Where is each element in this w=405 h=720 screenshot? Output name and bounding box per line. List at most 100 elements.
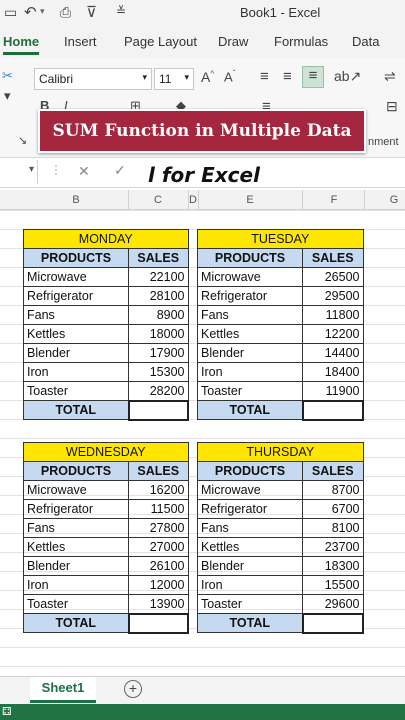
product-cell[interactable]: Kettles	[197, 324, 303, 344]
cancel-icon[interactable]: ✕	[78, 163, 90, 180]
customize-toolbar-icon[interactable]: ≚	[116, 4, 126, 18]
decrease-font-icon[interactable]: Aˇ	[224, 69, 235, 84]
column-header-b[interactable]: B	[66, 194, 86, 206]
product-cell[interactable]: Fans	[23, 518, 129, 538]
total-label[interactable]: TOTAL	[23, 613, 129, 633]
product-cell[interactable]: Toaster	[197, 594, 303, 614]
product-cell[interactable]: Refrigerator	[23, 286, 129, 306]
product-cell[interactable]: Iron	[23, 575, 129, 595]
product-cell[interactable]: Refrigerator	[197, 286, 303, 306]
product-cell[interactable]: Iron	[197, 362, 303, 382]
column-label-sales[interactable]: SALES	[128, 248, 189, 268]
sales-cell[interactable]: 12200	[302, 324, 364, 344]
column-label-products[interactable]: PRODUCTS	[23, 461, 129, 481]
undo-dropdown-icon[interactable]: ▾	[40, 6, 45, 17]
product-cell[interactable]: Blender	[23, 556, 129, 576]
sales-cell[interactable]: 18400	[302, 362, 364, 382]
column-label-sales[interactable]: SALES	[302, 461, 364, 481]
sales-cell[interactable]: 28100	[128, 286, 189, 306]
column-header-d[interactable]: D	[183, 194, 203, 206]
product-cell[interactable]: Fans	[23, 305, 129, 325]
sales-cell[interactable]: 27800	[128, 518, 189, 538]
column-header-g[interactable]: G	[384, 194, 404, 206]
increase-font-icon[interactable]: A^	[201, 69, 214, 85]
sales-cell[interactable]: 11500	[128, 499, 189, 519]
sales-cell[interactable]: 23700	[302, 537, 364, 557]
print-preview-icon[interactable]: ⎙	[60, 4, 71, 21]
align-middle-icon[interactable]: ≡	[283, 68, 292, 85]
sales-cell[interactable]: 13900	[128, 594, 189, 614]
sales-cell[interactable]: 28200	[128, 381, 189, 401]
save-icon[interactable]: ▭	[4, 4, 17, 21]
paste-dropdown-icon[interactable]: ▾	[4, 88, 11, 104]
product-cell[interactable]: Fans	[197, 305, 303, 325]
align-top-icon[interactable]: ≡	[260, 68, 269, 85]
column-label-products[interactable]: PRODUCTS	[197, 248, 303, 268]
sales-cell[interactable]: 15300	[128, 362, 189, 382]
sales-cell[interactable]: 18300	[302, 556, 364, 576]
column-label-products[interactable]: PRODUCTS	[197, 461, 303, 481]
total-cell[interactable]	[301, 612, 364, 634]
total-label[interactable]: TOTAL	[197, 400, 303, 420]
day-header[interactable]: WEDNESDAY	[23, 442, 189, 462]
column-header-e[interactable]: E	[240, 194, 260, 206]
product-cell[interactable]: Blender	[197, 343, 303, 363]
product-cell[interactable]: Refrigerator	[197, 499, 303, 519]
product-cell[interactable]: Kettles	[23, 324, 129, 344]
undo-icon[interactable]: ↶	[24, 3, 37, 21]
add-sheet-icon[interactable]: +	[124, 680, 142, 698]
tab-home[interactable]: Home	[3, 34, 39, 49]
product-cell[interactable]: Refrigerator	[23, 499, 129, 519]
name-box[interactable]: ▾	[0, 160, 38, 184]
day-header[interactable]: TUESDAY	[197, 229, 364, 249]
day-header[interactable]: MONDAY	[23, 229, 189, 249]
clipboard-launcher-icon[interactable]: ↘	[18, 134, 27, 147]
merge-icon[interactable]: ⊟	[386, 98, 398, 115]
product-cell[interactable]: Microwave	[197, 267, 303, 287]
sales-cell[interactable]: 6700	[302, 499, 364, 519]
sales-cell[interactable]: 26500	[302, 267, 364, 287]
tab-page-layout[interactable]: Page Layout	[124, 34, 197, 49]
column-header-f[interactable]: F	[324, 194, 344, 206]
sales-cell[interactable]: 16200	[128, 480, 189, 500]
total-label[interactable]: TOTAL	[197, 613, 303, 633]
tab-insert[interactable]: Insert	[64, 34, 97, 49]
product-cell[interactable]: Microwave	[23, 480, 129, 500]
orientation-icon[interactable]: ab↗	[334, 68, 361, 85]
column-label-products[interactable]: PRODUCTS	[23, 248, 129, 268]
sales-cell[interactable]: 8100	[302, 518, 364, 538]
sheet-tab-sheet1[interactable]: Sheet1	[30, 677, 96, 703]
sales-cell[interactable]: 22100	[128, 267, 189, 287]
total-label[interactable]: TOTAL	[23, 400, 129, 420]
product-cell[interactable]: Toaster	[197, 381, 303, 401]
sales-cell[interactable]: 11900	[302, 381, 364, 401]
macro-record-icon[interactable]: ⚃	[2, 705, 12, 718]
product-cell[interactable]: Blender	[23, 343, 129, 363]
product-cell[interactable]: Iron	[197, 575, 303, 595]
tab-draw[interactable]: Draw	[218, 34, 248, 49]
product-cell[interactable]: Blender	[197, 556, 303, 576]
clipboard-icon[interactable]: ✂	[2, 68, 13, 84]
sales-cell[interactable]: 26100	[128, 556, 189, 576]
column-label-sales[interactable]: SALES	[128, 461, 189, 481]
sales-cell[interactable]: 17900	[128, 343, 189, 363]
product-cell[interactable]: Microwave	[197, 480, 303, 500]
font-size-select[interactable]: 11 ▾	[154, 68, 194, 90]
font-name-select[interactable]: Calibri ▾	[34, 68, 152, 90]
product-cell[interactable]: Toaster	[23, 381, 129, 401]
sales-cell[interactable]: 18000	[128, 324, 189, 344]
sales-cell[interactable]: 8900	[128, 305, 189, 325]
product-cell[interactable]: Kettles	[23, 537, 129, 557]
sales-cell[interactable]: 14400	[302, 343, 364, 363]
sales-cell[interactable]: 11800	[302, 305, 364, 325]
sales-cell[interactable]: 29500	[302, 286, 364, 306]
total-cell[interactable]	[127, 399, 189, 421]
column-label-sales[interactable]: SALES	[302, 248, 364, 268]
sales-cell[interactable]: 12000	[128, 575, 189, 595]
sales-cell[interactable]: 8700	[302, 480, 364, 500]
sales-cell[interactable]: 27000	[128, 537, 189, 557]
column-header-c[interactable]: C	[148, 194, 168, 206]
total-cell[interactable]	[301, 399, 364, 421]
align-bottom-icon[interactable]: ≡	[302, 66, 324, 88]
sales-cell[interactable]: 29600	[302, 594, 364, 614]
